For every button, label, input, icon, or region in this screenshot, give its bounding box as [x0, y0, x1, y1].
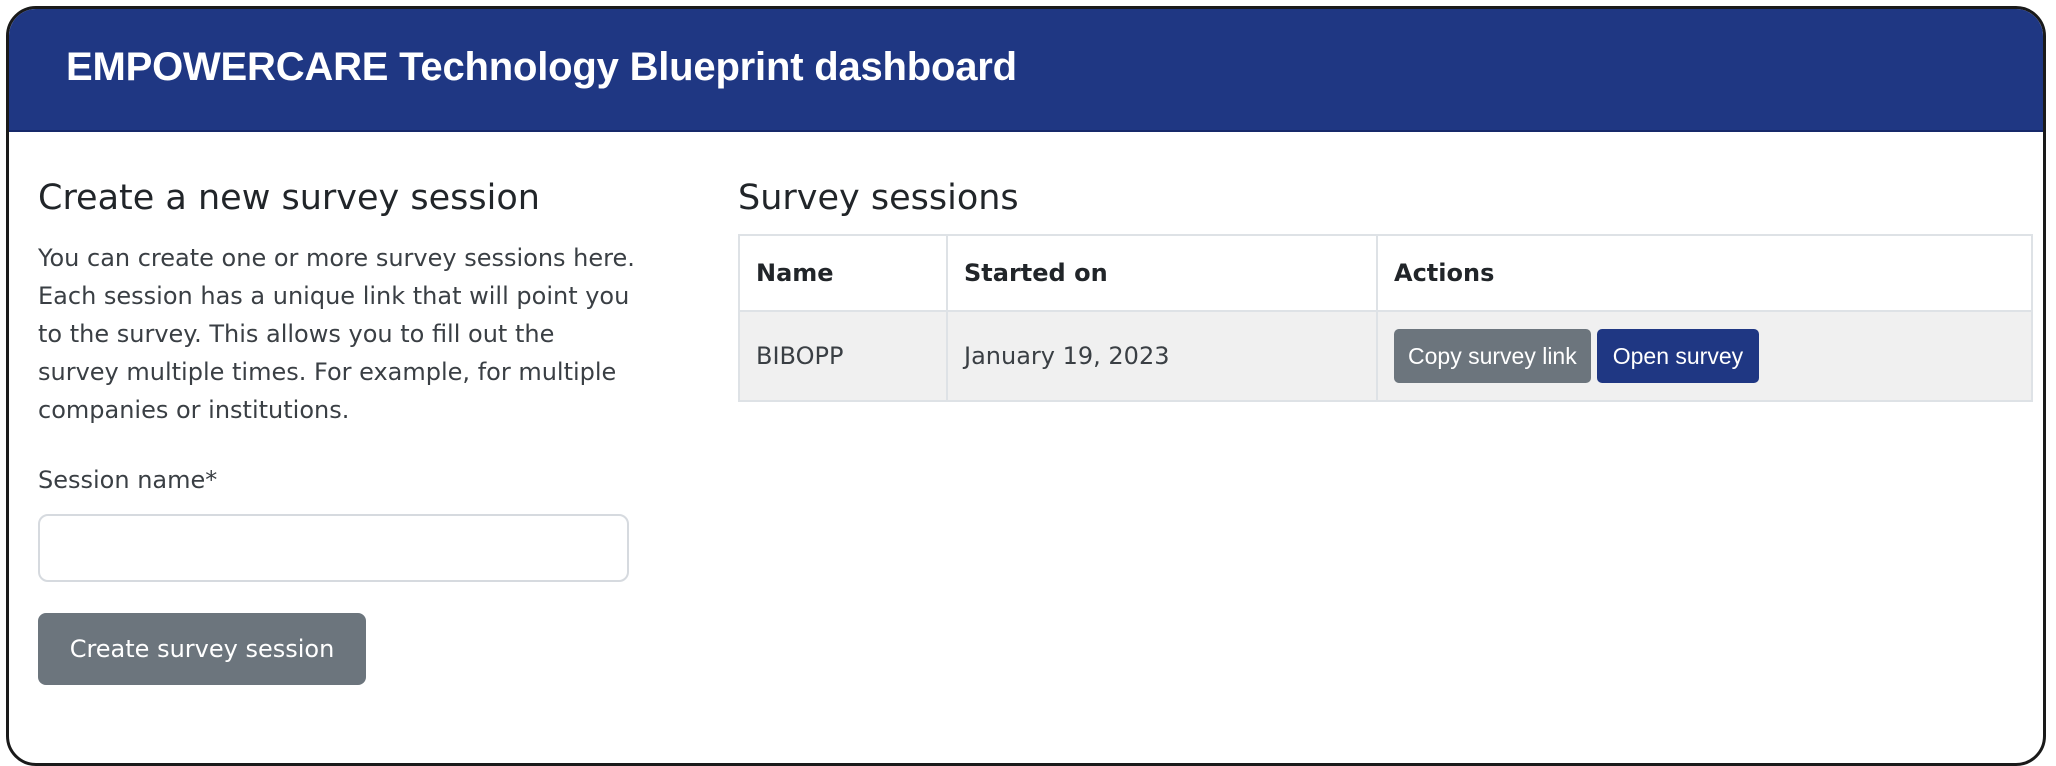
table-row: BIBOPP January 19, 2023 Copy survey link…: [738, 310, 2033, 402]
app-window: EMPOWERCARE Technology Blueprint dashboa…: [6, 6, 2046, 766]
column-header-actions: Actions: [1376, 234, 2033, 312]
survey-sessions-table: Name Started on Actions BIBOPP January 1…: [738, 234, 2033, 402]
create-session-description: You can create one or more survey sessio…: [38, 244, 635, 424]
create-session-panel: Create a new survey session You can crea…: [38, 177, 638, 685]
table-header-row: Name Started on Actions: [738, 234, 2033, 312]
app-title: EMPOWERCARE Technology Blueprint dashboa…: [66, 45, 1017, 89]
column-header-name: Name: [738, 234, 948, 312]
survey-sessions-panel: Survey sessions Name Started on Actions …: [738, 177, 2033, 402]
session-actions-cell: Copy survey link Open survey: [1376, 310, 2033, 402]
survey-sessions-heading: Survey sessions: [738, 178, 1019, 218]
copy-survey-link-button[interactable]: Copy survey link: [1394, 329, 1591, 383]
column-header-started-on: Started on: [946, 234, 1378, 312]
session-name-cell: BIBOPP: [738, 310, 948, 402]
top-navbar: EMPOWERCARE Technology Blueprint dashboa…: [9, 9, 2043, 132]
open-survey-button[interactable]: Open survey: [1596, 329, 1760, 383]
create-survey-session-button[interactable]: Create survey session: [38, 613, 366, 685]
session-started-on-cell: January 19, 2023: [946, 310, 1378, 402]
session-name-input[interactable]: [38, 514, 629, 582]
create-session-heading: Create a new survey session: [38, 178, 540, 218]
session-name-label: Session name*: [38, 466, 218, 494]
